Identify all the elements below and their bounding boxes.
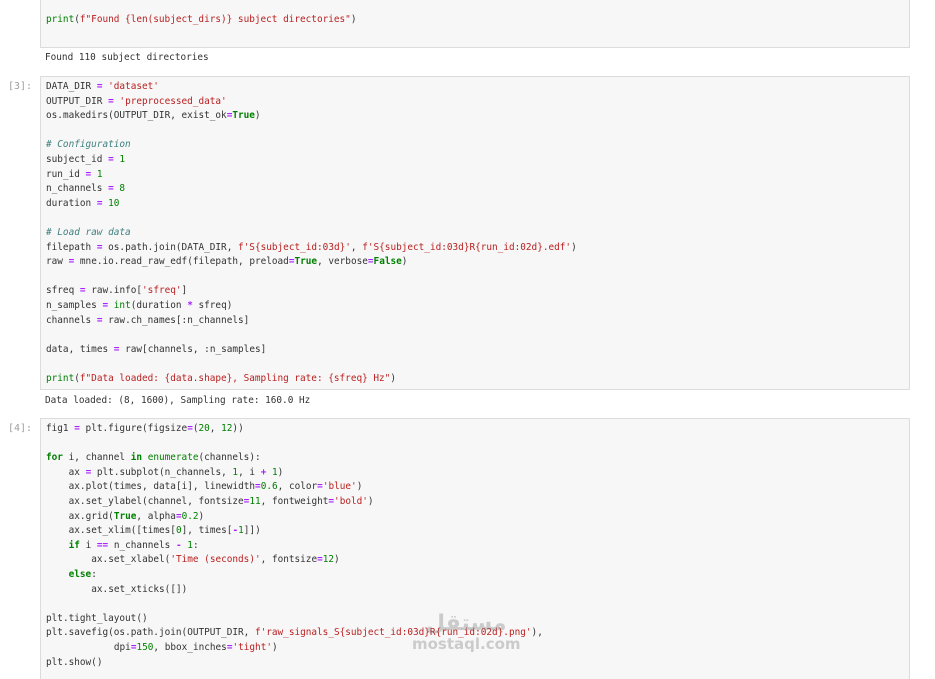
code-line: ax.grid(True, alpha=0.2)	[68, 510, 205, 522]
code-line: ax.set_xticks([])	[91, 583, 188, 595]
code-line: run_id = 1	[46, 168, 103, 180]
code-line: duration = 10	[46, 197, 120, 209]
cell-prompt: [3]:	[8, 81, 33, 92]
code-line: if i == n_channels - 1:	[68, 539, 199, 551]
code-cell-input[interactable]: DATA_DIR = 'dataset' OUTPUT_DIR = 'prepro…	[40, 76, 910, 390]
code-line: ax.set_xlabel('Time (seconds)', fontsize…	[91, 554, 340, 566]
code-line: data, times = raw[channels, :n_samples]	[46, 343, 267, 355]
code-line: for i, channel in enumerate(channels):	[46, 452, 261, 464]
code-line: ax = plt.subplot(n_channels, 1, i + 1)	[68, 466, 284, 478]
watermark-logo: مستقل	[426, 611, 507, 636]
code-line: sfreq = raw.info['sfreq']	[46, 285, 188, 297]
code-line: print(f"Found {len(subject_dirs)} subjec…	[46, 14, 357, 25]
code-line: dpi=150, bbox_inches='tight')	[113, 642, 278, 653]
code-line: raw = mne.io.read_raw_edf(filepath, prel…	[46, 256, 408, 268]
code-line: OUTPUT_DIR = 'preprocessed_data'	[46, 95, 227, 107]
code-line: n_samples = int(duration * sfreq)	[46, 300, 233, 311]
notebook-page: print(f"Found {len(subject_dirs)} subjec…	[0, 0, 935, 679]
code-line: channels = raw.ch_names[:n_channels]	[46, 314, 250, 326]
cell-output: Found 110 subject directories	[45, 52, 209, 63]
mostaql-watermark: مستقل mostaql.com	[412, 611, 521, 653]
code-cell-input[interactable]: print(f"Found {len(subject_dirs)} subjec…	[40, 0, 910, 48]
code-line: ax.set_ylabel(channel, fontsize=11, font…	[68, 496, 374, 507]
code-line: DATA_DIR = 'dataset'	[46, 81, 159, 92]
code-line: n_channels = 8	[46, 183, 126, 195]
code-line: subject_id = 1	[46, 154, 126, 165]
code-line: fig1 = plt.figure(figsize=(20, 12))	[46, 423, 244, 434]
code-line: plt.tight_layout()	[46, 612, 148, 624]
code-line: # Load raw data	[46, 227, 131, 238]
code-line: print(f"Data loaded: {data.shape}, Sampl…	[46, 373, 396, 384]
code-line: ax.plot(times, data[i], linewidth=0.6, c…	[68, 481, 363, 493]
cell-output: Data loaded: (8, 1600), Sampling rate: 1…	[45, 395, 311, 406]
code-line: os.makedirs(OUTPUT_DIR, exist_ok=True)	[46, 110, 261, 122]
code-line: ax.set_xlim([times[0], times[-1]])	[68, 525, 261, 537]
code-line: filepath = os.path.join(DATA_DIR, f'S{su…	[46, 241, 577, 253]
code-line: # Configuration	[46, 139, 131, 151]
code-line: plt.show()	[46, 656, 103, 668]
code-line: else:	[68, 569, 97, 580]
watermark-domain: mostaql.com	[412, 635, 521, 653]
cell-prompt: [4]:	[8, 423, 33, 434]
